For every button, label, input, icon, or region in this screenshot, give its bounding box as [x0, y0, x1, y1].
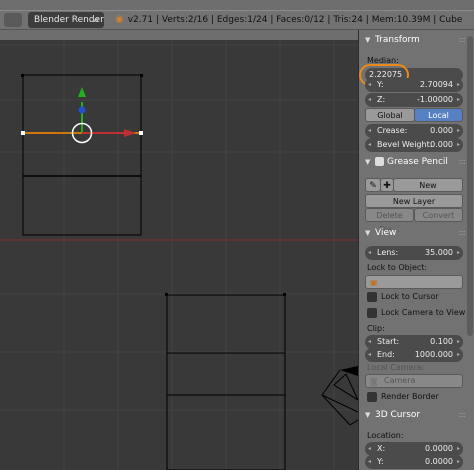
increment-arrow-icon[interactable]: ▸ [457, 335, 460, 349]
decrement-arrow-icon[interactable]: ◂ [368, 455, 371, 469]
expand-triangle-icon: ▼ [365, 229, 371, 237]
drag-grip-icon[interactable]: :::: [458, 225, 466, 241]
version-text: v2.71 [127, 15, 154, 25]
local-camera-label: Local Camera: [367, 363, 425, 372]
increment-arrow-icon[interactable]: ▸ [457, 442, 460, 456]
transform-manipulator[interactable] [71, 87, 137, 144]
blender-logo-icon: ◉ [115, 14, 124, 25]
decrement-arrow-icon[interactable]: ◂ [368, 442, 371, 456]
x-arrow-icon[interactable] [124, 129, 136, 137]
crease-field[interactable]: ◂ Crease: 0.000 ▸ [365, 124, 463, 138]
verts-stat: Verts:2/16 [161, 15, 209, 25]
render-border-checkbox[interactable]: Render Border [367, 391, 439, 403]
panel-scrollbar[interactable] [467, 36, 473, 336]
decrement-arrow-icon[interactable]: ◂ [368, 124, 371, 138]
render-engine-dropdown[interactable]: Blender Render ▴▾ [28, 12, 104, 28]
clip-start-field[interactable]: ◂ Start: 0.100 ▸ [365, 335, 463, 349]
lock-object-field[interactable]: ▣ [365, 275, 463, 289]
3d-viewport[interactable] [0, 40, 358, 470]
updown-arrows-icon: ▴▾ [91, 16, 99, 24]
cursor-y-field[interactable]: ◂ Y: 0.0000 ▸ [365, 455, 463, 469]
expand-triangle-icon: ▼ [365, 411, 371, 419]
drag-grip-icon[interactable]: :::: [458, 154, 466, 170]
drag-grip-icon[interactable]: :::: [458, 32, 466, 48]
bevel-weight-field[interactable]: ◂ Bevel Weight: 0.000 ▸ [365, 138, 463, 152]
increment-arrow-icon[interactable]: ▸ [457, 124, 460, 138]
pencil-icon[interactable]: ✎ [365, 178, 381, 192]
drag-grip-icon[interactable]: :::: [458, 407, 466, 423]
increment-arrow-icon[interactable]: ▸ [457, 348, 460, 362]
cursor-x-field[interactable]: ◂ X: 0.0000 ▸ [365, 442, 463, 456]
local-camera-field[interactable]: ◙ Camera [365, 374, 463, 388]
lock-object-label: Lock to Object: [367, 263, 428, 272]
new-grease-pencil-button[interactable]: New [393, 178, 463, 192]
checkbox-box[interactable] [367, 392, 377, 402]
increment-arrow-icon[interactable]: ▸ [457, 246, 460, 260]
checkbox-box[interactable] [367, 292, 377, 302]
camera-icon: ◙ [370, 377, 378, 386]
edges-stat: Edges:1/24 [216, 15, 268, 25]
increment-arrow-icon[interactable]: ▸ [457, 78, 460, 92]
delete-frame-button[interactable]: Delete Fra... [365, 208, 414, 234]
increment-arrow-icon[interactable]: ▸ [457, 138, 460, 152]
object-name: Cube [439, 15, 463, 25]
mem-stat: Mem:10.39M [371, 15, 431, 25]
y-arrow-icon[interactable] [78, 87, 86, 97]
convert-button[interactable]: Convert [414, 208, 463, 222]
location-label: Location: [367, 431, 404, 440]
cube-icon: ▣ [370, 278, 378, 287]
decrement-arrow-icon[interactable]: ◂ [368, 335, 371, 349]
expand-triangle-icon: ▼ [365, 158, 371, 166]
enable-checkbox[interactable] [375, 157, 384, 166]
camera-object[interactable] [321, 366, 358, 426]
decrement-arrow-icon[interactable]: ◂ [368, 348, 371, 362]
mesh-upper[interactable] [21, 74, 143, 236]
clip-label: Clip: [367, 324, 385, 333]
lens-field[interactable]: ◂ Lens: 35.000 ▸ [365, 246, 463, 260]
decrement-arrow-icon[interactable]: ◂ [368, 246, 371, 260]
increment-arrow-icon[interactable]: ▸ [457, 455, 460, 469]
view-panel-header[interactable]: ▼ View :::: [361, 225, 467, 241]
faces-stat: Faces:0/12 [276, 15, 325, 25]
tris-stat: Tris:24 [333, 15, 363, 25]
transform-panel-header[interactable]: ▼ Transform :::: [361, 32, 467, 48]
decrement-arrow-icon[interactable]: ◂ [368, 93, 371, 107]
z-axis-handle[interactable] [78, 106, 86, 114]
expand-triangle-icon: ▼ [365, 36, 371, 44]
grease-pencil-panel-header[interactable]: ▼ Grease Pencil :::: [361, 154, 467, 170]
global-toggle[interactable]: Global [365, 108, 415, 122]
properties-region[interactable]: ▼ Transform :::: Median: 2.22075 ◂ Y: 2.… [358, 30, 474, 470]
3d-cursor-panel-header[interactable]: ▼ 3D Cursor :::: [361, 407, 467, 423]
increment-arrow-icon[interactable]: ▸ [457, 93, 460, 107]
new-layer-button[interactable]: New Layer [365, 194, 463, 208]
editor-type-button[interactable] [4, 13, 22, 27]
decrement-arrow-icon[interactable]: ◂ [368, 138, 371, 152]
median-z-field[interactable]: ◂ Z: -1.00000 ▸ [365, 93, 463, 107]
scene-statistics: ◉ v2.71 | Verts:2/16 | Edges:1/24 | Faces… [115, 14, 463, 25]
lock-camera-to-view-checkbox[interactable]: Lock Camera to View [367, 307, 465, 319]
viewport-canvas[interactable] [0, 40, 358, 470]
grid [0, 40, 358, 470]
local-toggle[interactable]: Local [414, 108, 463, 122]
lock-to-cursor-checkbox[interactable]: Lock to Cursor [367, 291, 439, 303]
decrement-arrow-icon[interactable]: ◂ [368, 78, 371, 92]
median-y-field[interactable]: ◂ Y: 2.70094 ▸ [365, 78, 463, 92]
add-icon[interactable]: ✚ [380, 178, 394, 192]
clip-end-field[interactable]: ◂ End: 1000.000 ▸ [365, 348, 463, 362]
checkbox-box[interactable] [367, 308, 377, 318]
